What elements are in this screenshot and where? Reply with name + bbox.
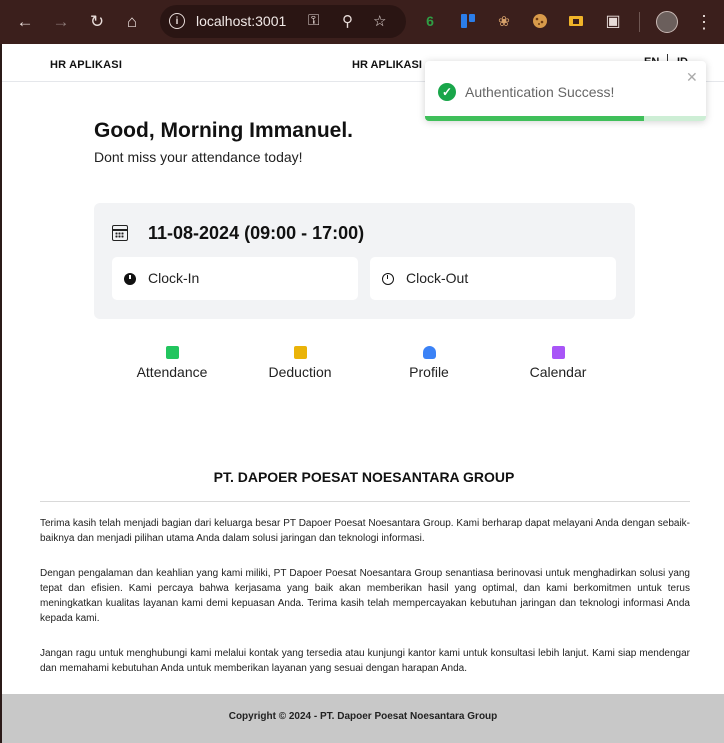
back-icon[interactable]: ← <box>14 11 36 33</box>
about-paragraph: Dengan pengalaman dan keahlian yang kami… <box>40 568 690 624</box>
calendar-icon <box>112 225 128 241</box>
folder-extension-icon[interactable] <box>566 11 586 31</box>
brand-center-text: HR APLIKASI <box>352 59 422 71</box>
app-page: HR APLIKASI HR APLIKASI EN ID Good, Morn… <box>0 44 724 743</box>
greeting-title: Good, Morning Immanuel. <box>94 119 353 142</box>
menu-deduction[interactable]: Deduction <box>240 346 360 380</box>
zoom-icon[interactable]: ⚲ <box>342 12 353 30</box>
bookmark-star-icon[interactable]: ☆ <box>373 12 386 30</box>
cookie-editor-icon[interactable] <box>530 11 550 31</box>
clock-in-button[interactable]: Clock-In <box>112 257 358 300</box>
user-icon <box>422 346 436 359</box>
greeting-subtitle: Dont miss your attendance today! <box>94 149 303 165</box>
page-footer: Copyright © 2024 - PT. Dapoer Poesat Noe… <box>2 694 724 743</box>
list-icon <box>165 346 179 359</box>
section-divider <box>40 501 690 502</box>
menu-label: Profile <box>409 364 449 380</box>
password-key-icon[interactable]: ⚿ <box>308 12 319 29</box>
reload-icon[interactable]: ↻ <box>86 11 108 33</box>
clock-outline-icon <box>382 273 394 285</box>
close-icon[interactable]: ✕ <box>686 69 698 86</box>
extensions-puzzle-icon[interactable]: ▣ <box>603 11 623 31</box>
cookie-extension-icon[interactable]: ❀ <box>494 11 514 31</box>
site-info-icon[interactable]: i <box>169 13 185 29</box>
toast-progress-bar <box>425 116 645 121</box>
url-text[interactable]: localhost:3001 <box>196 13 286 29</box>
profile-avatar[interactable] <box>656 11 678 33</box>
browser-toolbar: ← → ↻ ⌂ i localhost:3001 ⚿ ⚲ ☆ 6 ❀ ▣ ⋮ <box>0 0 724 44</box>
brand-logo-text[interactable]: HR APLIKASI <box>50 59 122 71</box>
address-bar[interactable]: i localhost:3001 ⚿ ⚲ ☆ <box>160 5 406 38</box>
copyright-text: Copyright © 2024 - PT. Dapoer Poesat Noe… <box>228 711 498 722</box>
menu-label: Deduction <box>268 364 332 380</box>
schedule-date: 11-08-2024 (09:00 - 17:00) <box>148 223 365 243</box>
calendar-icon <box>551 346 565 359</box>
about-paragraph: Jangan ragu untuk menghubungi kami melal… <box>40 648 690 674</box>
clock-filled-icon <box>124 273 136 285</box>
success-toast[interactable]: ✓ Authentication Success! ✕ <box>425 61 706 121</box>
menu-label: Attendance <box>136 364 208 380</box>
toast-progress-track <box>425 116 706 121</box>
clock-out-button[interactable]: Clock-Out <box>370 257 616 300</box>
menu-calendar[interactable]: Calendar <box>498 346 618 380</box>
forward-icon[interactable]: → <box>50 11 72 33</box>
check-circle-icon: ✓ <box>438 83 456 101</box>
menu-profile[interactable]: Profile <box>369 346 489 380</box>
toast-message: Authentication Success! <box>465 84 615 100</box>
clock-in-label: Clock-In <box>148 270 200 286</box>
extension-counter-icon[interactable]: 6 <box>420 11 440 31</box>
home-icon[interactable]: ⌂ <box>121 11 143 33</box>
toolbar-divider <box>639 12 640 32</box>
trello-extension-icon[interactable] <box>458 11 478 31</box>
about-paragraph: Terima kasih telah menjadi bagian dari k… <box>40 518 690 544</box>
receipt-icon <box>293 346 307 359</box>
company-name: PT. DAPOER POESAT NOESANTARA GROUP <box>213 469 515 485</box>
menu-attendance[interactable]: Attendance <box>112 346 232 380</box>
attendance-card: 11-08-2024 (09:00 - 17:00) Clock-In Cloc… <box>94 203 635 319</box>
menu-kebab-icon[interactable]: ⋮ <box>693 11 715 33</box>
clock-out-label: Clock-Out <box>406 270 469 286</box>
menu-label: Calendar <box>529 364 587 380</box>
